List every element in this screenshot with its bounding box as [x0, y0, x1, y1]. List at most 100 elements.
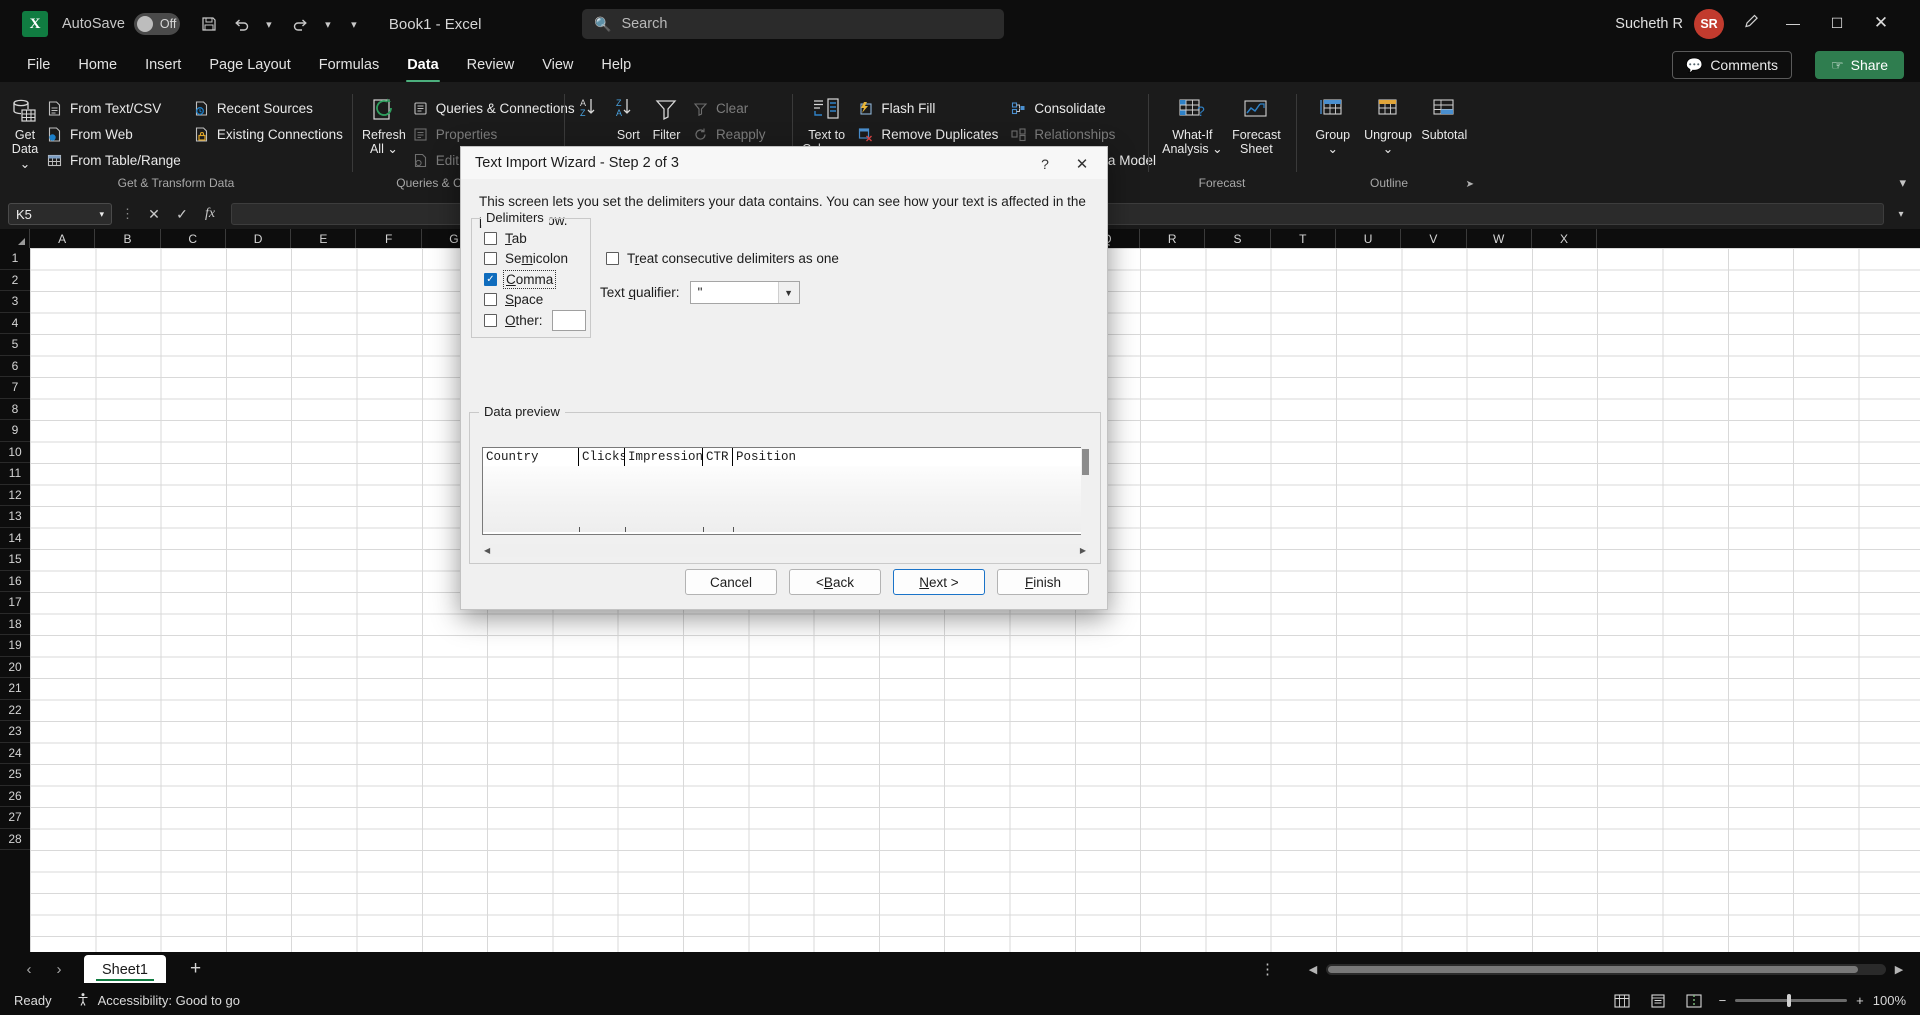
flash-fill-button[interactable]: Flash Fill — [851, 95, 1004, 121]
row-header-11[interactable]: 11 — [0, 463, 30, 485]
preview-divider-1[interactable] — [579, 527, 580, 532]
queries-connections-button[interactable]: Queries & Connections — [406, 95, 581, 121]
preview-scroll-right-icon[interactable]: ▶ — [1080, 546, 1086, 555]
accessibility-status[interactable]: Accessibility: Good to go — [76, 992, 240, 1010]
row-header-1[interactable]: 1 — [0, 248, 30, 270]
treat-consecutive-checkbox[interactable] — [606, 252, 619, 265]
tab-insert[interactable]: Insert — [132, 53, 194, 77]
preview-divider-2[interactable] — [625, 527, 626, 532]
undo-icon[interactable] — [229, 11, 255, 37]
row-header-9[interactable]: 9 — [0, 420, 30, 442]
delimiter-comma-row[interactable]: ✓ Comma — [484, 269, 590, 290]
row-header-17[interactable]: 17 — [0, 592, 30, 614]
tab-help[interactable]: Help — [588, 53, 644, 77]
what-if-analysis-button[interactable]: ? What-If Analysis ⌄ — [1158, 88, 1227, 157]
preview-vertical-scrollbar[interactable] — [1081, 447, 1090, 535]
sort-az-button[interactable]: AZ — [574, 88, 610, 128]
avatar[interactable]: SR — [1694, 9, 1724, 39]
delimiter-other-row[interactable]: Other: — [484, 310, 590, 331]
preview-scroll-left-icon[interactable]: ◀ — [484, 546, 490, 555]
tab-file[interactable]: File — [14, 53, 63, 77]
insert-function-icon[interactable]: fx — [199, 206, 221, 222]
chevron-right-icon[interactable]: › — [44, 961, 74, 978]
search-input[interactable]: 🔍 Search — [582, 9, 1004, 39]
finish-button[interactable]: Finish — [997, 569, 1089, 595]
scroll-left-icon[interactable]: ◀ — [1306, 963, 1320, 976]
from-table-range-button[interactable]: From Table/Range — [40, 147, 187, 173]
outline-dialog-launcher[interactable]: ➤ — [1466, 179, 1474, 190]
row-header-12[interactable]: 12 — [0, 485, 30, 507]
cancel-button[interactable]: Cancel — [685, 569, 777, 595]
row-header-27[interactable]: 27 — [0, 807, 30, 829]
expand-formula-bar-icon[interactable]: ▾ — [1890, 209, 1912, 220]
normal-view-icon[interactable] — [1611, 992, 1633, 1010]
redo-icon[interactable] — [288, 11, 314, 37]
subtotal-button[interactable]: Subtotal — [1417, 88, 1472, 142]
autosave-toggle[interactable]: Off — [134, 13, 180, 35]
column-header-A[interactable]: A — [30, 229, 95, 248]
row-header-2[interactable]: 2 — [0, 270, 30, 292]
zoom-knob[interactable] — [1787, 994, 1791, 1007]
tab-review[interactable]: Review — [454, 53, 528, 77]
column-header-F[interactable]: F — [356, 229, 421, 248]
row-header-10[interactable]: 10 — [0, 442, 30, 464]
row-header-25[interactable]: 25 — [0, 764, 30, 786]
close-button[interactable]: ✕ — [1860, 8, 1902, 38]
row-header-15[interactable]: 15 — [0, 549, 30, 571]
row-header-24[interactable]: 24 — [0, 743, 30, 765]
tab-data[interactable]: Data — [394, 53, 451, 77]
tab-page-layout[interactable]: Page Layout — [196, 53, 303, 77]
tab-view[interactable]: View — [529, 53, 586, 77]
row-header-28[interactable]: 28 — [0, 829, 30, 851]
enter-formula-icon[interactable]: ✓ — [171, 206, 193, 223]
column-header-R[interactable]: R — [1140, 229, 1205, 248]
refresh-all-button[interactable]: Refresh All ⌄ — [362, 88, 406, 157]
chevron-down-icon[interactable]: ▼ — [778, 282, 799, 303]
column-header-B[interactable]: B — [95, 229, 160, 248]
preview-divider-4[interactable] — [733, 527, 734, 532]
more-options-icon[interactable]: ⋮ — [1260, 960, 1275, 978]
zoom-slider[interactable]: − + 100% — [1719, 993, 1906, 1008]
row-header-13[interactable]: 13 — [0, 506, 30, 528]
remove-duplicates-button[interactable]: Remove Duplicates — [851, 121, 1004, 147]
existing-connections-button[interactable]: Existing Connections — [187, 121, 349, 147]
consolidate-button[interactable]: Consolidate — [1004, 95, 1162, 121]
column-header-S[interactable]: S — [1205, 229, 1270, 248]
ungroup-button[interactable]: Ungroup ⌄ — [1359, 88, 1416, 157]
text-qualifier-combo[interactable]: " ▼ — [690, 281, 800, 304]
delimiter-semicolon-row[interactable]: Semicolon — [484, 249, 590, 270]
chevron-left-icon[interactable]: ‹ — [14, 961, 44, 978]
sheet-tab-sheet1[interactable]: Sheet1 — [84, 955, 166, 983]
column-header-T[interactable]: T — [1271, 229, 1336, 248]
column-header-C[interactable]: C — [161, 229, 226, 248]
scroll-right-icon[interactable]: ▶ — [1892, 963, 1906, 976]
plus-icon[interactable]: + — [190, 958, 201, 980]
page-layout-view-icon[interactable] — [1647, 992, 1669, 1010]
page-break-view-icon[interactable] — [1683, 992, 1705, 1010]
column-header-D[interactable]: D — [226, 229, 291, 248]
row-header-5[interactable]: 5 — [0, 334, 30, 356]
pen-icon[interactable] — [1743, 12, 1762, 35]
get-data-button[interactable]: Get Data ⌄ — [10, 88, 40, 171]
row-header-18[interactable]: 18 — [0, 614, 30, 636]
minimize-button[interactable]: — — [1772, 8, 1814, 38]
column-header-V[interactable]: V — [1401, 229, 1466, 248]
column-header-W[interactable]: W — [1467, 229, 1532, 248]
back-button[interactable]: < Back — [789, 569, 881, 595]
close-icon[interactable]: ✕ — [1065, 153, 1099, 175]
undo-dropdown-icon[interactable]: ▾ — [262, 11, 276, 37]
tab-formulas[interactable]: Formulas — [306, 53, 392, 77]
horizontal-scroll-track[interactable] — [1326, 964, 1886, 975]
group-button[interactable]: Group ⌄ — [1306, 88, 1359, 157]
filter-button[interactable]: Filter — [647, 88, 686, 142]
column-header-E[interactable]: E — [291, 229, 356, 248]
cancel-formula-icon[interactable]: ✕ — [143, 206, 165, 223]
preview-divider-3[interactable] — [703, 527, 704, 532]
row-header-22[interactable]: 22 — [0, 700, 30, 722]
name-box[interactable]: K5 ▾ — [8, 203, 112, 225]
row-header-16[interactable]: 16 — [0, 571, 30, 593]
help-icon[interactable]: ? — [1031, 153, 1059, 175]
preview-vertical-scroll-thumb[interactable] — [1082, 449, 1089, 475]
delimiter-other-checkbox[interactable] — [484, 314, 497, 327]
delimiter-tab-checkbox[interactable] — [484, 232, 497, 245]
